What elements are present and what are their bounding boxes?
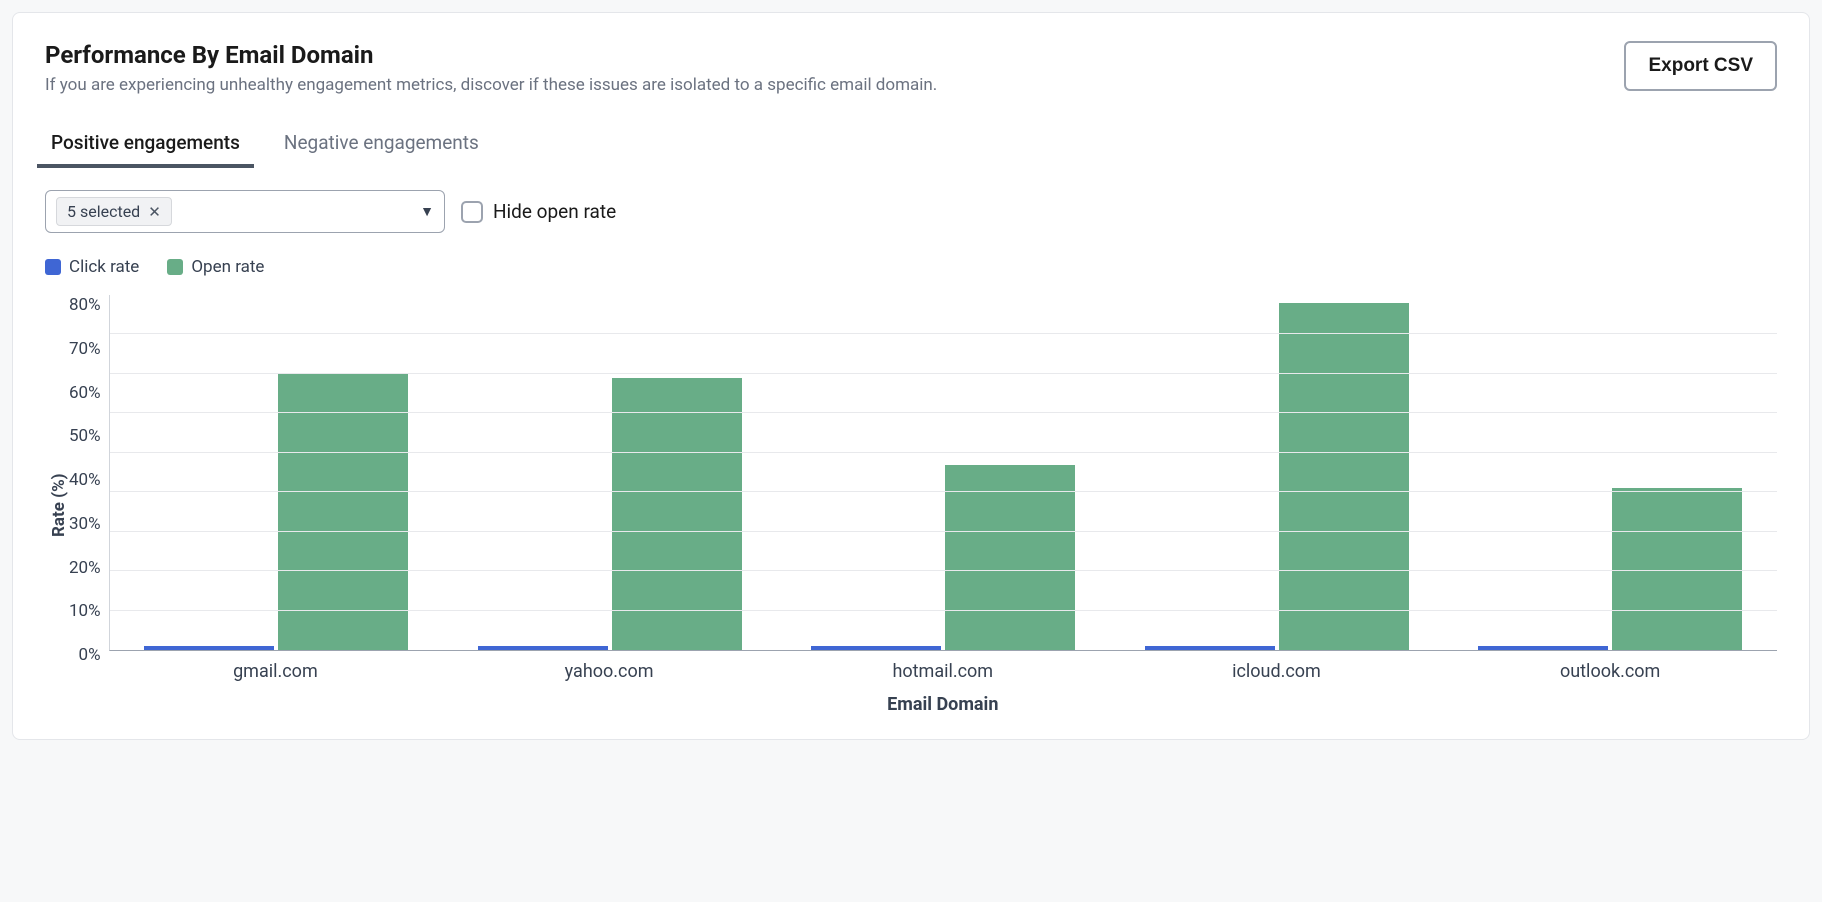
card-title: Performance By Email Domain	[45, 41, 937, 69]
chart-bars-row	[110, 295, 1777, 650]
chart-area: Rate (%) 80% 70% 60% 50% 40% 30% 20% 10% 0% gmai…	[45, 295, 1777, 715]
chart-grid	[109, 295, 1777, 651]
y-axis-ticks: 80% 70% 60% 50% 40% 30% 20% 10% 0%	[69, 295, 109, 665]
export-csv-button[interactable]: Export CSV	[1624, 41, 1777, 91]
gridline	[110, 373, 1777, 374]
selected-count-label: 5 selected	[67, 202, 140, 221]
gridline	[110, 452, 1777, 453]
y-tick-label: 80%	[69, 295, 101, 315]
header-text-block: Performance By Email Domain If you are e…	[45, 41, 937, 95]
engagement-tabs: Positive engagements Negative engagement…	[45, 123, 1777, 166]
selected-count-chip[interactable]: 5 selected ✕	[56, 197, 172, 226]
chart-category	[443, 295, 776, 650]
chart-category	[110, 295, 443, 650]
legend-click-rate: Click rate	[45, 257, 139, 277]
y-tick-label: 50%	[69, 426, 101, 446]
clear-selection-icon[interactable]: ✕	[148, 203, 161, 221]
gridline	[110, 610, 1777, 611]
controls-row: 5 selected ✕ ▼ Hide open rate	[45, 190, 1777, 233]
x-tick-label: icloud.com	[1110, 661, 1444, 682]
bar-click-rate	[144, 646, 274, 650]
card-header: Performance By Email Domain If you are e…	[45, 41, 1777, 95]
chart-category	[1444, 295, 1777, 650]
x-tick-label: hotmail.com	[776, 661, 1110, 682]
y-tick-label: 40%	[69, 470, 101, 490]
card-subtitle: If you are experiencing unhealthy engage…	[45, 75, 937, 95]
checkbox-box-icon	[461, 201, 483, 223]
performance-card: Performance By Email Domain If you are e…	[12, 12, 1810, 740]
y-tick-label: 70%	[69, 339, 101, 359]
legend-swatch-click-icon	[45, 259, 61, 275]
tab-positive-engagements[interactable]: Positive engagements	[45, 123, 246, 166]
y-tick-label: 60%	[69, 383, 101, 403]
legend-click-rate-label: Click rate	[69, 257, 139, 277]
y-tick-label: 30%	[69, 514, 101, 534]
chart-category	[777, 295, 1110, 650]
hide-open-rate-checkbox[interactable]: Hide open rate	[461, 200, 616, 223]
x-axis-ticks: gmail.comyahoo.comhotmail.comicloud.como…	[109, 661, 1777, 682]
x-tick-label: gmail.com	[109, 661, 443, 682]
domain-select-dropdown[interactable]: 5 selected ✕ ▼	[45, 190, 445, 233]
bar-open-rate	[945, 465, 1075, 650]
bar-click-rate	[1145, 646, 1275, 650]
legend-swatch-open-icon	[167, 259, 183, 275]
bar-click-rate	[1478, 646, 1608, 650]
legend-open-rate-label: Open rate	[191, 257, 264, 277]
gridline	[110, 531, 1777, 532]
tab-negative-engagements[interactable]: Negative engagements	[278, 123, 485, 166]
gridline	[110, 491, 1777, 492]
bar-open-rate	[1279, 303, 1409, 650]
chart-legend: Click rate Open rate	[45, 257, 1777, 277]
y-tick-label: 0%	[79, 645, 101, 665]
x-tick-label: yahoo.com	[442, 661, 776, 682]
x-axis-label: Email Domain	[109, 694, 1777, 715]
y-tick-label: 10%	[69, 601, 101, 621]
gridline	[110, 412, 1777, 413]
chart-plot: gmail.comyahoo.comhotmail.comicloud.como…	[109, 295, 1777, 715]
bar-click-rate	[478, 646, 608, 650]
gridline	[110, 570, 1777, 571]
y-axis-label: Rate (%)	[45, 295, 69, 715]
chart-category	[1110, 295, 1443, 650]
chevron-down-icon: ▼	[420, 203, 434, 220]
legend-open-rate: Open rate	[167, 257, 264, 277]
y-tick-label: 20%	[69, 558, 101, 578]
hide-open-rate-label: Hide open rate	[493, 200, 616, 223]
bar-click-rate	[811, 646, 941, 650]
gridline	[110, 333, 1777, 334]
x-tick-label: outlook.com	[1443, 661, 1777, 682]
